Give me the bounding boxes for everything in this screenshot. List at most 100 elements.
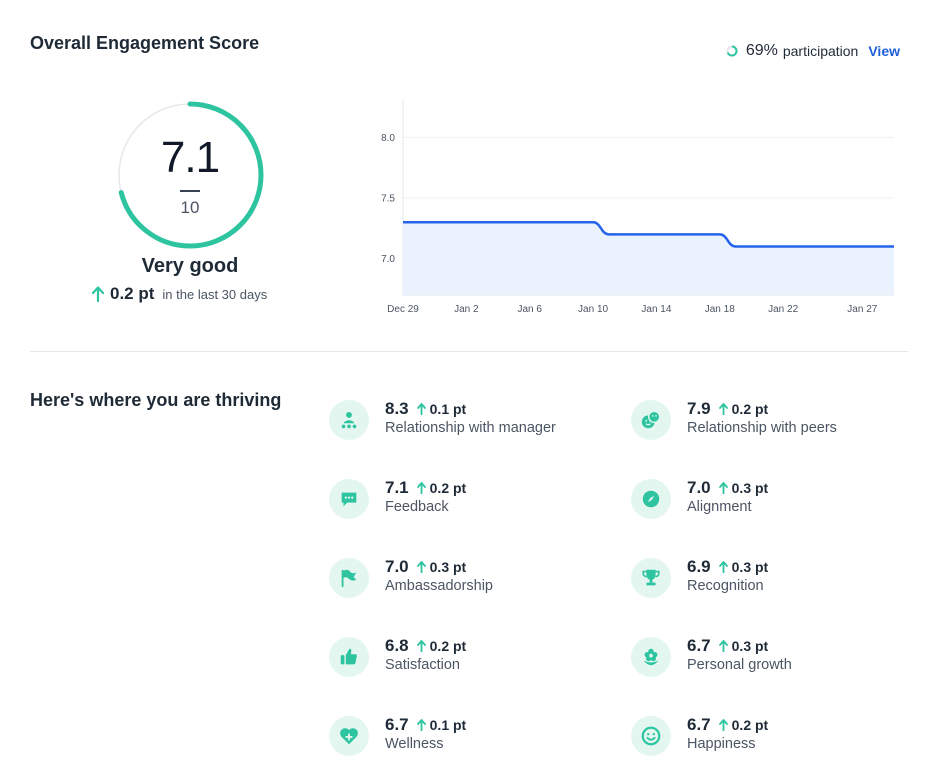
engagement-score: 7.1 bbox=[160, 133, 220, 182]
section-divider bbox=[30, 351, 908, 352]
metric-change: 0.3 pt bbox=[731, 638, 769, 654]
metric-card: 7.0 0.3 pt Ambassadorship bbox=[329, 557, 609, 607]
metric-card: 6.7 0.1 pt Wellness bbox=[329, 715, 609, 765]
compass-icon bbox=[642, 490, 660, 508]
arrow-up-icon bbox=[718, 403, 728, 415]
metric-score-row: 6.7 0.2 pt bbox=[687, 715, 768, 735]
metric-score-row: 6.9 0.3 pt bbox=[687, 557, 768, 577]
metric-label: Feedback bbox=[385, 499, 449, 515]
y-tick-label: 8.0 bbox=[381, 133, 395, 144]
arrow-up-icon bbox=[416, 561, 426, 573]
x-tick-label: Jan 14 bbox=[641, 304, 671, 315]
metric-score-row: 7.0 0.3 pt bbox=[385, 557, 466, 577]
arrow-up-icon bbox=[416, 403, 426, 415]
arrow-up-icon bbox=[416, 640, 426, 652]
metric-score: 7.0 bbox=[385, 557, 409, 576]
metric-change: 0.2 pt bbox=[731, 401, 769, 417]
thumbs-up-icon bbox=[340, 648, 357, 665]
metric-score-row: 6.8 0.2 pt bbox=[385, 636, 466, 656]
metric-card: 8.3 0.1 pt Relationship with manager bbox=[329, 399, 609, 449]
metric-score-row: 8.3 0.1 pt bbox=[385, 399, 466, 419]
metric-change: 0.2 pt bbox=[731, 717, 769, 733]
metric-icon-badge bbox=[329, 716, 369, 756]
y-tick-label: 7.0 bbox=[381, 254, 395, 265]
metric-card: 7.0 0.3 pt Alignment bbox=[631, 478, 911, 528]
participation-label: participation bbox=[782, 43, 859, 59]
metric-icon-badge bbox=[631, 558, 671, 598]
y-tick-label: 7.5 bbox=[381, 194, 395, 205]
metric-icon-badge bbox=[329, 479, 369, 519]
engagement-score-max: 10 bbox=[180, 198, 200, 217]
arrow-up-icon bbox=[416, 482, 426, 494]
metric-change: 0.3 pt bbox=[731, 559, 769, 575]
arrow-up-icon bbox=[718, 482, 728, 494]
metric-score: 6.7 bbox=[687, 636, 711, 655]
metric-score-row: 7.0 0.3 pt bbox=[687, 478, 768, 498]
participation-ring-icon bbox=[726, 45, 738, 57]
manager-icon bbox=[341, 412, 357, 429]
engagement-trend: 0.2 pt in the last 30 days bbox=[92, 284, 267, 304]
metric-card: 7.1 0.2 pt Feedback bbox=[329, 478, 609, 528]
metric-icon-badge bbox=[329, 637, 369, 677]
metric-score-row: 6.7 0.1 pt bbox=[385, 715, 466, 735]
participation-summary: 69% participation View bbox=[726, 42, 900, 60]
metric-change: 0.2 pt bbox=[429, 638, 467, 654]
metric-card: 6.8 0.2 pt Satisfaction bbox=[329, 636, 609, 686]
metric-label: Recognition bbox=[687, 578, 764, 594]
metric-change: 0.3 pt bbox=[731, 480, 769, 496]
arrow-up-icon bbox=[416, 719, 426, 731]
metric-label: Wellness bbox=[385, 736, 444, 752]
metric-score: 6.7 bbox=[687, 715, 711, 734]
metric-score: 6.9 bbox=[687, 557, 711, 576]
metric-card: 6.9 0.3 pt Recognition bbox=[631, 557, 911, 607]
arrow-up-icon bbox=[718, 640, 728, 652]
metric-score: 7.1 bbox=[385, 478, 409, 497]
trophy-icon bbox=[642, 569, 660, 586]
metric-icon-badge bbox=[631, 716, 671, 756]
engagement-rating: Very good bbox=[141, 255, 239, 277]
metric-score-row: 6.7 0.3 pt bbox=[687, 636, 768, 656]
x-tick-label: Jan 18 bbox=[705, 304, 735, 315]
score-divider bbox=[180, 190, 200, 192]
metric-change: 0.1 pt bbox=[429, 717, 467, 733]
participation-percent: 69% bbox=[745, 42, 778, 59]
x-tick-label: Dec 29 bbox=[387, 304, 419, 315]
flower-icon bbox=[643, 648, 659, 666]
metric-score: 6.7 bbox=[385, 715, 409, 734]
metric-score: 7.9 bbox=[687, 399, 711, 418]
metric-change: 0.1 pt bbox=[429, 401, 467, 417]
metric-label: Ambassadorship bbox=[385, 578, 493, 594]
engagement-delta: 0.2 pt bbox=[110, 284, 155, 303]
view-participation-link[interactable]: View bbox=[868, 43, 900, 59]
metric-icon-badge bbox=[631, 479, 671, 519]
metric-label: Relationship with peers bbox=[687, 420, 837, 436]
heart-plus-icon bbox=[340, 728, 358, 745]
flag-icon bbox=[341, 569, 357, 588]
metric-label: Relationship with manager bbox=[385, 420, 556, 436]
x-tick-label: Jan 10 bbox=[578, 304, 608, 315]
metric-score: 7.0 bbox=[687, 478, 711, 497]
metric-label: Satisfaction bbox=[385, 657, 460, 673]
smile-icon bbox=[641, 726, 661, 746]
metric-score-row: 7.9 0.2 pt bbox=[687, 399, 768, 419]
peers-icon bbox=[641, 410, 661, 429]
arrow-up-icon bbox=[92, 286, 104, 302]
metric-change: 0.2 pt bbox=[429, 480, 467, 496]
metric-icon-badge bbox=[329, 558, 369, 598]
metric-score: 6.8 bbox=[385, 636, 409, 655]
metric-label: Personal growth bbox=[687, 657, 792, 673]
metric-icon-badge bbox=[631, 637, 671, 677]
metric-icon-badge bbox=[631, 400, 671, 440]
metric-label: Alignment bbox=[687, 499, 752, 515]
metric-score: 8.3 bbox=[385, 399, 409, 418]
x-tick-label: Jan 2 bbox=[454, 304, 479, 315]
chat-bubble-icon bbox=[341, 492, 357, 507]
arrow-up-icon bbox=[718, 719, 728, 731]
metric-label: Happiness bbox=[687, 736, 756, 752]
engagement-delta-period: in the last 30 days bbox=[162, 287, 268, 302]
x-tick-label: Jan 6 bbox=[517, 304, 542, 315]
metric-card: 7.9 0.2 pt Relationship with peers bbox=[631, 399, 911, 449]
thriving-title: Here's where you are thriving bbox=[30, 390, 282, 410]
x-tick-label: Jan 22 bbox=[768, 304, 798, 315]
arrow-up-icon bbox=[718, 561, 728, 573]
